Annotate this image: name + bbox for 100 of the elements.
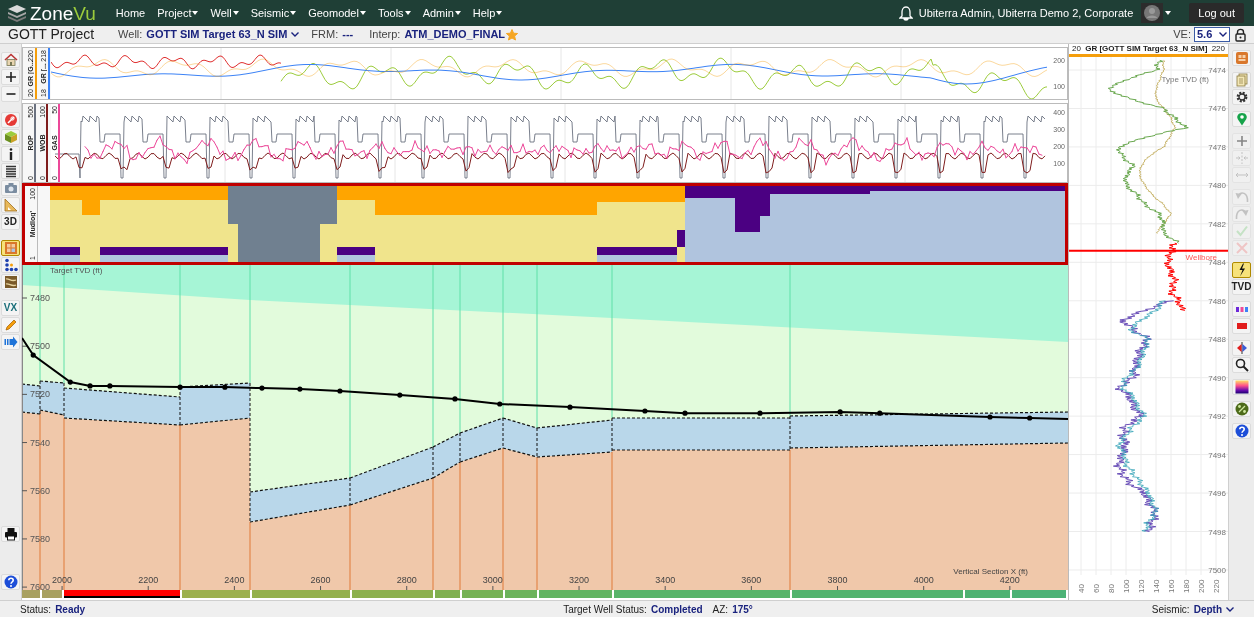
well-selector[interactable]: GOTT SIM Target 63_N SIM (146, 26, 300, 43)
chevron-down-icon (1226, 606, 1234, 612)
x-tick-label: 3400 (655, 575, 676, 585)
survey-point (87, 383, 93, 389)
target-status-value: Completed (650, 602, 703, 617)
toolbar-button[interactable]: VX (1, 300, 20, 316)
caret-icon (404, 11, 411, 15)
survey-point (642, 408, 648, 414)
nav-menu-item[interactable]: Home (109, 4, 152, 22)
y-axis-tick-label: 7482 (1208, 219, 1226, 229)
well-label: Well: (118, 27, 143, 43)
y-axis-tick: 7480 (22, 293, 51, 303)
y-axis-title: Type TVD (ft) (1161, 75, 1209, 84)
lock-icon[interactable] (1235, 27, 1246, 42)
survey-point (297, 386, 303, 392)
survey-point (30, 352, 36, 358)
nav-menu-item[interactable]: Help (466, 4, 509, 22)
section-segment[interactable] (64, 590, 180, 598)
x-axis-tick-label: 140 (1152, 579, 1161, 593)
frm-value: --- (342, 27, 354, 43)
seismic-label: Seismic: (1151, 602, 1190, 617)
survey-point (259, 385, 265, 391)
y-axis-tick-label: 7496 (1208, 489, 1226, 499)
toolbar-button[interactable]: 3D (1, 214, 20, 230)
nav-menu-item[interactable]: Admin (416, 4, 467, 22)
x-axis-title: Vertical Section X (ft) (953, 567, 1028, 576)
x-axis-tick: 3200 (569, 575, 590, 590)
survey-point (222, 384, 228, 390)
x-axis-tick-label: 80 (1107, 584, 1116, 593)
user-menu-button[interactable] (1141, 3, 1164, 23)
chevron-down-icon (1219, 32, 1227, 37)
y-axis-tick: 7540 (22, 437, 51, 448)
caret-icon (359, 11, 366, 15)
x-tick-label: 3600 (741, 575, 762, 585)
toolbar-button[interactable] (1232, 262, 1251, 278)
survey-point (67, 379, 73, 385)
nav-menu-item[interactable]: Well (204, 4, 245, 22)
caret-icon (1165, 11, 1172, 15)
ruler-icon (3, 198, 18, 212)
survey-point (497, 401, 503, 407)
survey-point (1027, 415, 1033, 421)
x-tick-label: 3200 (569, 575, 590, 585)
interp-label: Interp: (369, 27, 401, 43)
x-axis-tick-label: 40 (1077, 584, 1086, 593)
y-tick-label: 7600 (30, 582, 51, 593)
y-tick-label: 7580 (30, 533, 51, 544)
y-axis-tick: 7520 (22, 389, 51, 400)
documents-icon (1234, 73, 1249, 87)
map-icon (3, 275, 18, 289)
survey-point (177, 384, 183, 390)
y-tick-label: 7560 (30, 485, 51, 496)
survey-point (757, 410, 763, 416)
y-axis-title: Target TVD (ft) (50, 266, 103, 275)
x-axis-tick: 3800 (827, 575, 848, 590)
ve-dropdown[interactable]: 5.6 (1194, 27, 1230, 42)
y-axis-tick-label: 7474 (1208, 66, 1226, 75)
y-axis-tick: 7580 (22, 533, 51, 544)
x-axis-tick: 2600 (310, 575, 331, 590)
x-axis-tick-label: 100 (1122, 579, 1131, 593)
axis-min-label: 20 (1072, 43, 1081, 55)
notification-bell-icon[interactable] (898, 5, 913, 21)
panel-icon (1234, 51, 1249, 65)
y-axis-tick: 7500 (22, 341, 51, 352)
chevron-down-icon (291, 32, 300, 37)
x-tick-label: 3000 (482, 575, 503, 585)
x-tick-label: 2400 (224, 575, 245, 585)
caret-icon (192, 11, 199, 15)
close-icon (1234, 241, 1249, 255)
nav-menu-item[interactable]: Geomodel (302, 4, 372, 22)
x-tick-label: 2000 (52, 575, 73, 585)
project-title: GOTT Project (8, 25, 95, 44)
x-axis-tick-label: 160 (1167, 579, 1176, 593)
nav-menu-item[interactable]: Project (151, 4, 205, 22)
cube-icon (3, 130, 18, 144)
star-icon[interactable] (506, 28, 519, 41)
help-icon (3, 575, 18, 589)
y-axis-tick-label: 7486 (1208, 296, 1226, 306)
ve-label: VE: (1173, 27, 1191, 43)
x-axis-tick: 3000 (482, 575, 503, 590)
azimuth-value: 175° (732, 602, 753, 617)
x-axis-tick: 2400 (224, 575, 245, 590)
seismic-dropdown[interactable]: Depth (1193, 601, 1234, 617)
nav-menu-item[interactable]: Tools (371, 4, 417, 22)
help-icon (1234, 424, 1249, 438)
home-icon (3, 53, 18, 67)
survey-point (567, 404, 573, 410)
survey-point (877, 410, 883, 416)
dots-icon (3, 258, 18, 272)
y-axis-tick: 7560 (22, 485, 51, 496)
grid-icon (3, 241, 18, 255)
nav-menu-item[interactable]: Seismic (244, 4, 303, 22)
y-axis-tick-label: 7494 (1208, 450, 1226, 460)
x-axis-tick-label: 180 (1182, 579, 1191, 593)
survey-point (837, 409, 843, 415)
survey-point (452, 396, 458, 402)
user-name: Ubiterra Admin, Ubiterra Demo 2, Corporate (918, 5, 1134, 21)
logout-button[interactable]: Log out (1189, 3, 1244, 23)
toolbar-button[interactable]: TVD (1232, 279, 1251, 295)
x-axis-tick: 2800 (396, 575, 417, 590)
percent-icon (1234, 402, 1249, 416)
